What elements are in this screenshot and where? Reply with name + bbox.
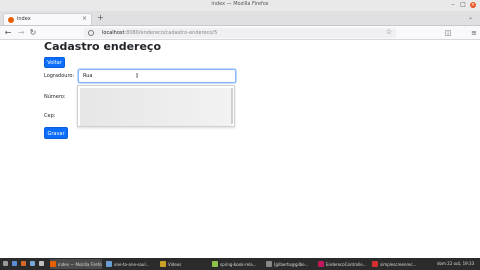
taskbar-item-label: EnderecoControlle... <box>326 261 367 267</box>
tab-strip: index × <box>0 11 480 26</box>
files-launcher-icon[interactable] <box>30 261 35 266</box>
autocomplete-scrollbar[interactable] <box>231 88 233 124</box>
hamburger-menu-icon[interactable]: ≡ <box>469 28 479 38</box>
taskbar-item-soul[interactable]: one-to-one-soul... <box>106 259 156 269</box>
taskbar-item-label: [gilberto@gilbe... <box>274 261 309 267</box>
firefox-launcher-icon[interactable] <box>21 261 26 266</box>
terminal-launcher-icon[interactable] <box>39 261 44 266</box>
text-cursor-icon: I <box>136 72 139 80</box>
taskbar-item-label: Vídeos <box>168 261 182 267</box>
url-text[interactable]: localhost:8080/endereco/cadastro-enderec… <box>102 30 217 36</box>
taskbar-item-icon <box>50 261 56 267</box>
tab-label: index <box>17 16 31 22</box>
tab-list-chevron-down-icon[interactable]: ⌄ <box>468 14 473 21</box>
cep-label: Cep: <box>44 113 56 119</box>
taskbar-item-firefox[interactable]: index — Mozilla Firefox <box>50 259 102 269</box>
taskbar-clock[interactable]: dom 22 out, 19:33 <box>437 261 474 266</box>
taskbar-item-label: one-to-one-soul... <box>114 261 150 267</box>
tab-index[interactable]: index × <box>3 13 92 25</box>
taskbar-item-icon <box>212 261 218 267</box>
window-title: index — Mozilla Firefox <box>211 1 269 7</box>
close-window-icon[interactable]: × <box>470 2 476 8</box>
new-tab-icon[interactable]: + <box>97 13 104 23</box>
page-content: Cadastro endereço Voltar Logradouro: I N… <box>0 40 480 258</box>
navigation-bar: ← → ↻ localhost:8080/endereco/cadastro-e… <box>0 26 480 40</box>
taskbar-item-terminal[interactable]: [gilberto@gilbe... <box>266 259 314 269</box>
taskbar-item-controller[interactable]: EnderecoControlle... <box>318 259 368 269</box>
reload-icon[interactable]: ↻ <box>28 28 38 38</box>
page-title: Cadastro endereço <box>44 40 161 53</box>
tab-favicon-icon <box>8 17 14 23</box>
maximize-icon[interactable]: □ <box>460 2 466 8</box>
tab-close-icon[interactable]: × <box>82 15 87 22</box>
address-bar[interactable]: localhost:8080/endereco/cadastro-enderec… <box>84 28 396 38</box>
desktop-icon[interactable] <box>12 261 17 266</box>
pocket-icon[interactable]: ◫ <box>443 28 453 38</box>
taskbar-item-icon <box>318 261 324 267</box>
taskbar-item-icon <box>106 261 112 267</box>
taskbar-item-label: simplescreenrec... <box>380 261 417 267</box>
taskbar: index — Mozilla Firefox one-to-one-soul.… <box>0 258 480 270</box>
taskbar-item-label: index — Mozilla Firefox <box>58 261 102 267</box>
site-info-icon[interactable] <box>88 30 94 36</box>
gravar-button[interactable]: Gravar <box>44 127 68 139</box>
minimize-icon[interactable]: – <box>450 2 456 8</box>
window-titlebar: index — Mozilla Firefox – □ × <box>0 0 480 11</box>
taskbar-item-videos[interactable]: Vídeos <box>160 259 200 269</box>
taskbar-item-recorder[interactable]: simplescreenrec... <box>372 259 422 269</box>
start-menu-icon[interactable] <box>3 261 8 266</box>
taskbar-item-spring[interactable]: spring-book-rela... <box>212 259 262 269</box>
logradouro-label: Logradouro: <box>44 73 75 79</box>
taskbar-item-icon <box>160 261 166 267</box>
logradouro-input[interactable] <box>78 69 236 83</box>
forward-arrow-icon[interactable]: → <box>16 28 26 38</box>
back-arrow-icon[interactable]: ← <box>3 28 13 38</box>
voltar-button[interactable]: Voltar <box>44 57 65 68</box>
taskbar-item-icon <box>266 261 272 267</box>
numero-label: Número: <box>44 94 66 100</box>
taskbar-item-label: spring-book-rela... <box>220 261 257 267</box>
bookmark-star-icon[interactable]: ☆ <box>386 28 392 36</box>
autocomplete-dropdown[interactable] <box>77 85 235 127</box>
autocomplete-suggestion[interactable] <box>80 88 232 126</box>
taskbar-item-icon <box>372 261 378 267</box>
